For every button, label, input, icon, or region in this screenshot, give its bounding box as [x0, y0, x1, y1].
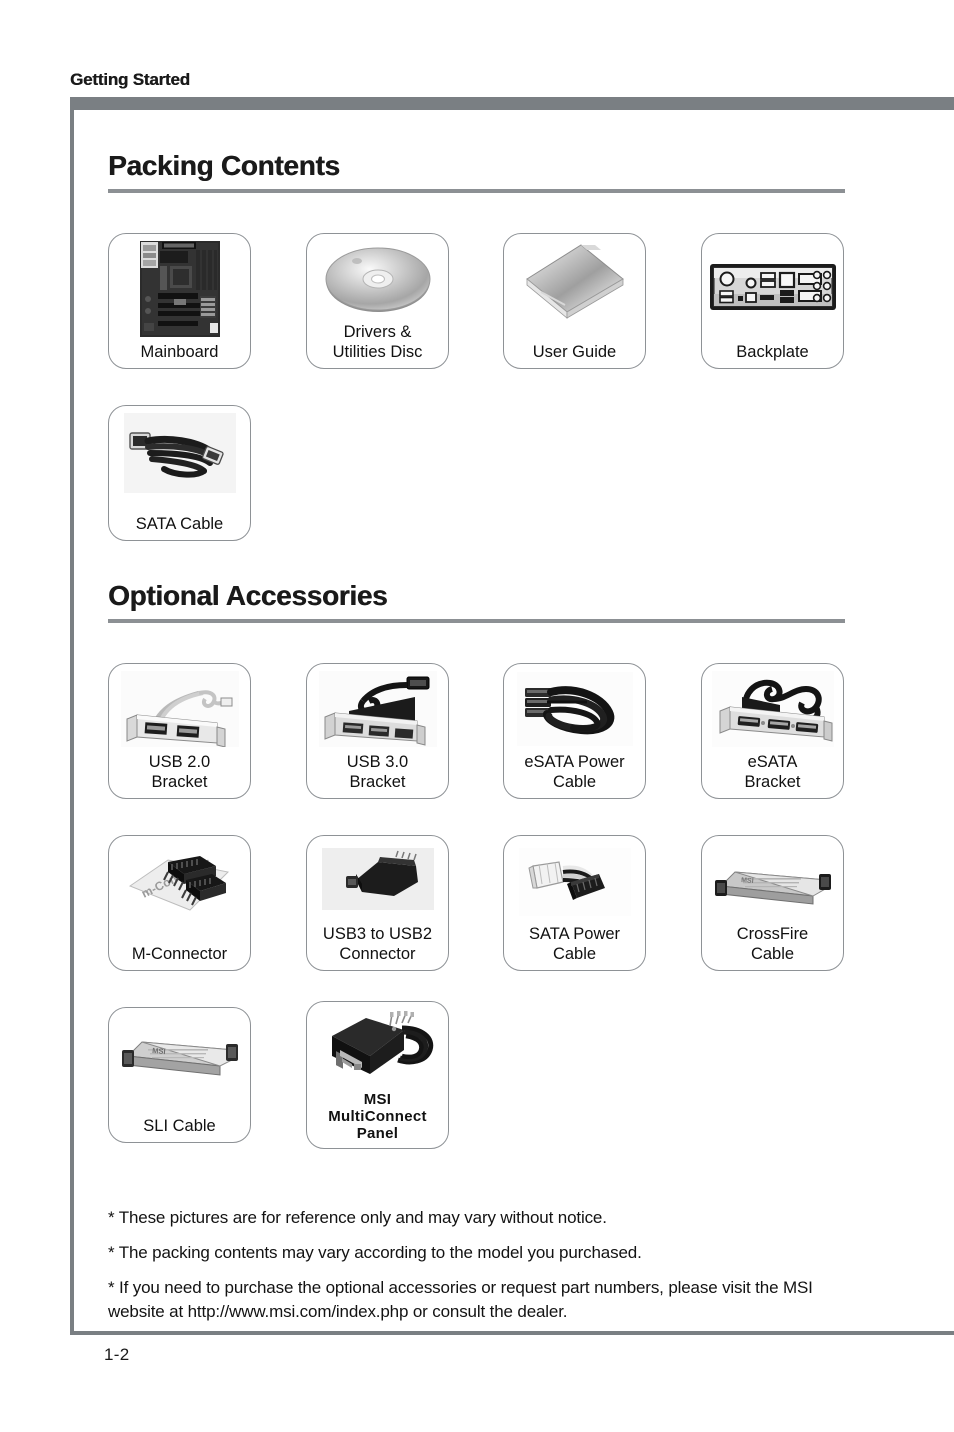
packing-item-label: USB3 to USB2 Connector	[322, 925, 433, 963]
mainboard-icon	[139, 241, 220, 337]
footnotes: * These pictures are for reference only …	[108, 1206, 856, 1324]
backplate-icon	[709, 264, 836, 310]
packing-item-card: Mainboard	[108, 233, 251, 369]
page-frame-top-bar	[70, 97, 954, 110]
footnote-item: * These pictures are for reference only …	[108, 1208, 607, 1227]
packing-item-card: SATA Power Cable	[503, 835, 646, 971]
usb3-to-usb2-connector-icon	[321, 848, 434, 910]
packing-item-label: MSI MultiConnect Panel	[328, 1091, 427, 1142]
packing-item-card: USB 2.0 Bracket	[108, 663, 251, 799]
packing-item-card: MSI CrossFire Cable	[701, 835, 844, 971]
packing-item-card: Drivers & Utilities Disc	[306, 233, 449, 369]
sata-cable-icon	[123, 413, 236, 493]
packing-item-card: User Guide	[503, 233, 646, 369]
crossfire-cable-icon: MSI	[711, 858, 835, 910]
packing-item-label: USB 3.0 Bracket	[346, 753, 409, 791]
packing-item-card: m-Connector M-Connector	[108, 835, 251, 971]
packing-item-label: eSATA Power Cable	[524, 753, 625, 791]
packing-item-card: USB 3.0 Bracket	[306, 663, 449, 799]
packing-item-label: M-Connector	[131, 944, 228, 963]
packing-item-card: eSATA Bracket	[701, 663, 844, 799]
section-optional-accessories: Optional Accessories USB 2.0 Bracket USB …	[108, 580, 845, 1183]
packing-item-label: eSATA Bracket	[744, 753, 801, 791]
disc-icon	[324, 244, 432, 316]
page-number: 1-2	[104, 1345, 130, 1364]
footnote-item: * If you need to purchase the optional a…	[108, 1278, 813, 1321]
packing-item-label: Backplate	[736, 342, 809, 361]
page-frame-left-rule	[70, 110, 74, 1331]
packing-item-card: MSI MultiConnect Panel	[306, 1001, 449, 1149]
packing-item-label: CrossFire Cable	[736, 925, 809, 963]
packing-item-label: SATA Cable	[135, 514, 224, 533]
packing-item-label: Drivers & Utilities Disc	[332, 323, 423, 361]
sata-power-cable-icon	[518, 848, 631, 916]
packing-item-card: Backplate	[701, 233, 844, 369]
packing-item-card: USB3 to USB2 Connector	[306, 835, 449, 971]
user-guide-icon	[523, 242, 627, 322]
esata-power-cable-icon	[516, 672, 633, 746]
page-title-optional-accessories: Optional Accessories	[108, 580, 845, 623]
packing-item-label: SATA Power Cable	[528, 925, 621, 963]
packing-item-label: SLI Cable	[143, 1116, 216, 1135]
packing-item-label: Mainboard	[140, 342, 219, 361]
page-frame-bottom-rule	[70, 1331, 954, 1335]
page-title-packing-contents: Packing Contents	[108, 150, 845, 193]
footnote-item: * The packing contents may vary accordin…	[108, 1243, 642, 1262]
packing-item-card: SATA Cable	[108, 405, 251, 541]
usb3-bracket-icon	[318, 671, 437, 747]
packing-contents-grid: Mainboard Drivers & Utilities Disc User G…	[108, 193, 845, 541]
sli-cable-icon: MSI	[118, 1030, 242, 1082]
section-packing-contents: Packing Contents Mainboard Drivers & Util…	[108, 150, 845, 541]
optional-accessories-grid: USB 2.0 Bracket USB 3.0 Bracket eSATA Powe…	[108, 623, 845, 1183]
packing-item-card: MSI SLI Cable	[108, 1007, 251, 1143]
svg-text:MSI: MSI	[740, 877, 753, 885]
packing-item-label: USB 2.0 Bracket	[148, 753, 211, 791]
packing-item-label: User Guide	[532, 342, 617, 361]
msi-multiconnect-panel-icon	[318, 1010, 438, 1084]
esata-bracket-icon	[711, 671, 834, 747]
m-connector-icon: m-Connector	[124, 842, 236, 922]
svg-text:MSI: MSI	[151, 1046, 165, 1056]
packing-item-card: eSATA Power Cable	[503, 663, 646, 799]
usb2-bracket-icon	[120, 671, 239, 747]
running-head: Getting Started	[70, 70, 190, 89]
